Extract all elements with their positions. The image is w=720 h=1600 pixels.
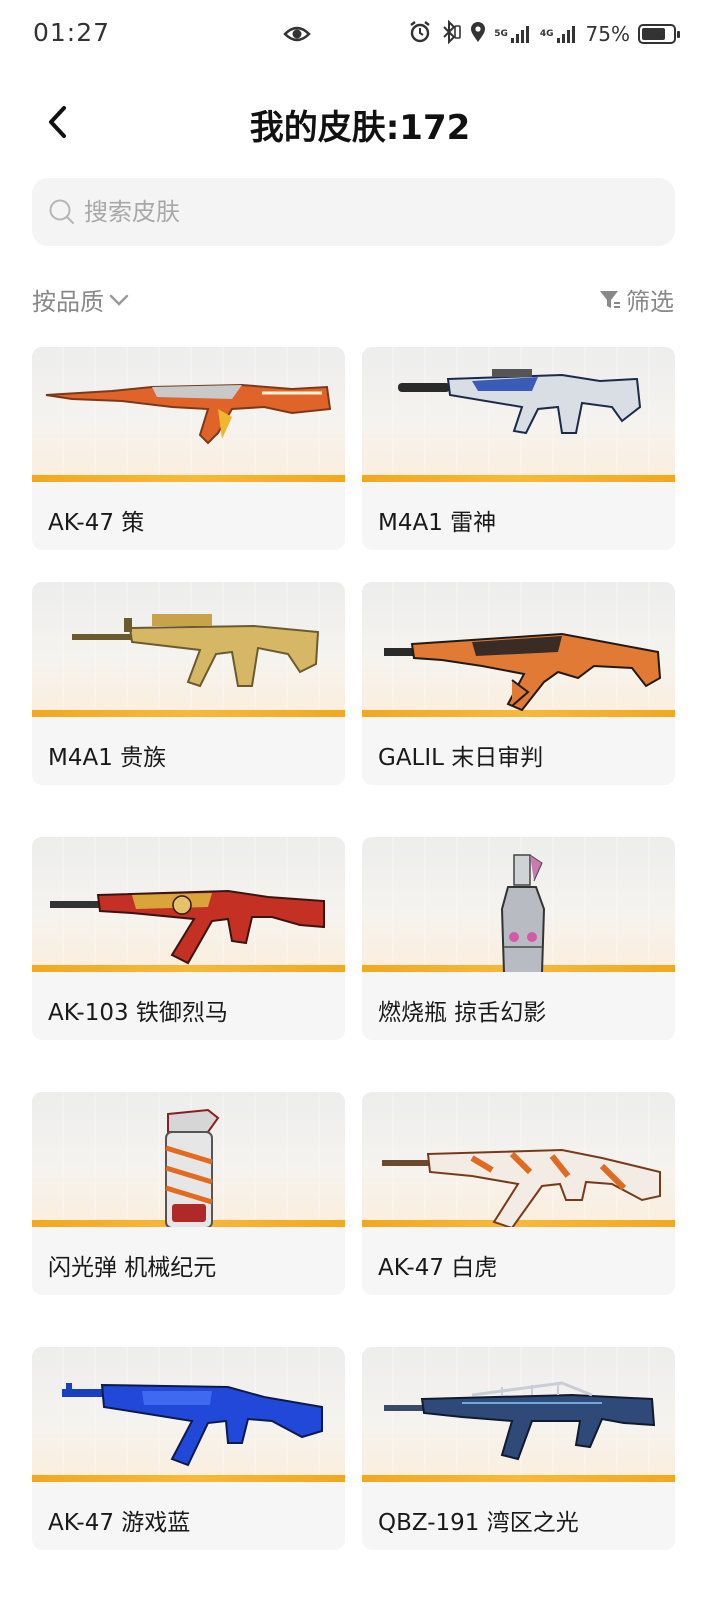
skin-name: 闪光弹 机械纪元 [48, 1255, 217, 1281]
skin-name: GALIL 末日审判 [378, 745, 544, 771]
skin-card[interactable]: GALIL 末日审判 [362, 582, 675, 785]
sort-quality-dropdown[interactable]: 按品质 [32, 282, 130, 317]
alarm-icon [408, 20, 432, 48]
rifle-navy-icon [384, 1381, 656, 1461]
skin-name: QBZ-191 湾区之光 [378, 1510, 579, 1536]
skin-card[interactable]: AK-47 策 [32, 347, 345, 550]
battery-icon [638, 24, 680, 44]
signal-5g: 5G [494, 24, 532, 44]
skin-name: M4A1 贵族 [48, 745, 167, 771]
rifle-white-tiger-icon [382, 1148, 661, 1227]
signal-bars-icon [556, 26, 575, 43]
rifle-red-icon [50, 889, 325, 965]
network-4g-label: 4G [539, 28, 554, 39]
rifle-silver-blue-icon [398, 369, 642, 435]
skin-card[interactable]: M4A1 雷神 [362, 347, 675, 550]
skin-card[interactable]: M4A1 贵族 [32, 582, 345, 785]
skin-card[interactable]: AK-103 铁御烈马 [32, 837, 345, 1040]
skin-name: 燃烧瓶 掠舌幻影 [378, 1000, 547, 1026]
filter-icon [600, 290, 620, 308]
rifle-orange-icon [45, 383, 332, 445]
skin-name: AK-47 策 [48, 510, 145, 536]
filter-label: 筛选 [626, 288, 674, 316]
skin-card[interactable]: 燃烧瓶 掠舌幻影 [362, 837, 675, 1040]
molotov-icon [500, 854, 546, 972]
chevron-down-icon [109, 294, 129, 306]
header: 我的皮肤:172 [0, 88, 720, 158]
page-title: 我的皮肤:172 [249, 108, 471, 148]
rifle-gold-icon [72, 614, 320, 688]
search-bar[interactable] [32, 178, 675, 246]
filter-button[interactable]: 筛选 [598, 282, 674, 317]
status-time: 01:27 [33, 18, 111, 47]
rifle-orange-black-icon [384, 632, 662, 712]
skin-card[interactable]: AK-47 白虎 [362, 1092, 675, 1295]
network-5g-label: 5G [494, 28, 508, 39]
signal-4g: 4G [540, 24, 578, 44]
battery-percent: 75% [585, 22, 630, 46]
skin-name: AK-103 铁御烈马 [48, 1000, 228, 1026]
skin-name: M4A1 雷神 [378, 510, 497, 536]
eye-icon [283, 22, 311, 50]
rifle-blue-icon [62, 1383, 323, 1467]
skin-card[interactable]: 闪光弹 机械纪元 [32, 1092, 345, 1295]
search-icon [49, 199, 74, 224]
status-icons: 5G 4G 75% [408, 19, 680, 48]
skin-card[interactable]: AK-47 游戏蓝 [32, 1347, 345, 1550]
location-icon [470, 21, 486, 47]
bluetooth-icon [440, 19, 462, 48]
sort-label: 按品质 [32, 288, 104, 316]
skin-card[interactable]: QBZ-191 湾区之光 [362, 1347, 675, 1550]
search-input[interactable] [84, 198, 644, 226]
signal-bars-icon [510, 26, 529, 43]
status-bar: 01:27 5G 4G 75% [0, 0, 720, 70]
skin-name: AK-47 游戏蓝 [48, 1510, 191, 1536]
skin-name: AK-47 白虎 [378, 1255, 498, 1281]
flashbang-icon [165, 1108, 220, 1227]
